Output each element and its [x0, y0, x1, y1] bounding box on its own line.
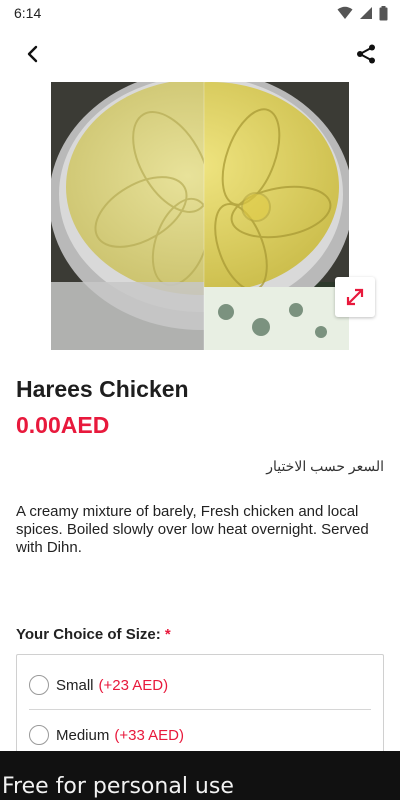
battery-icon	[379, 5, 388, 20]
app-bar	[0, 26, 400, 82]
status-icons	[337, 5, 388, 21]
option-price: (+33 AED)	[114, 726, 184, 744]
radio-button[interactable]	[29, 675, 49, 695]
option-label: Medium	[56, 726, 110, 744]
expand-image-button[interactable]	[335, 277, 375, 317]
size-option-small[interactable]: Small (+23 AED)	[17, 660, 383, 710]
size-choice-label: Your Choice of Size:	[16, 626, 161, 643]
expand-icon	[346, 288, 364, 306]
product-price: 0.00AED	[16, 412, 110, 438]
signal-icon	[360, 7, 372, 19]
wifi-icon	[337, 6, 353, 19]
share-icon	[357, 44, 375, 64]
product-image	[51, 82, 349, 350]
required-mark: *	[164, 626, 171, 643]
chevron-left-icon	[27, 45, 38, 63]
status-time: 6:14	[14, 5, 42, 21]
size-choice-heading: Your Choice of Size: *	[16, 626, 171, 643]
watermark-text: Free for personal use	[2, 774, 234, 799]
radio-button[interactable]	[29, 725, 49, 745]
share-button[interactable]	[352, 40, 380, 68]
option-price: (+23 AED)	[98, 676, 169, 694]
price-note-arabic: السعر حسب الاختيار	[266, 458, 384, 474]
product-description: A creamy mixture of barely, Fresh chicke…	[16, 503, 369, 556]
product-title: Harees Chicken	[16, 376, 189, 402]
back-button[interactable]	[18, 40, 46, 68]
option-label: Small	[56, 676, 94, 694]
status-bar: 6:14	[0, 0, 400, 26]
